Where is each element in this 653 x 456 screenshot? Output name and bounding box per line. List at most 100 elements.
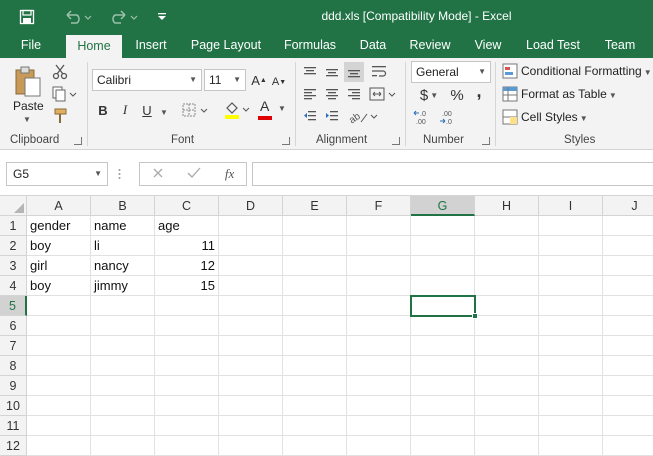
empty-cell[interactable] [603, 316, 653, 336]
select-all-corner[interactable] [0, 196, 27, 216]
empty-cell[interactable] [475, 356, 539, 376]
empty-cell[interactable] [155, 296, 219, 316]
paste-icon[interactable] [10, 62, 46, 102]
empty-cell[interactable] [603, 376, 653, 396]
column-header-selected[interactable]: G [411, 196, 475, 216]
empty-cell[interactable] [539, 336, 603, 356]
empty-cell[interactable] [347, 436, 411, 456]
empty-cell[interactable] [283, 336, 347, 356]
tab-view[interactable]: View [468, 33, 508, 58]
decrease-decimal-icon[interactable]: .00.0 [438, 106, 462, 128]
currency-button[interactable]: $ ▼ [414, 84, 444, 106]
empty-cell[interactable] [411, 376, 475, 396]
empty-cell[interactable] [411, 356, 475, 376]
cell-c1[interactable]: age [155, 216, 219, 236]
empty-cell[interactable] [91, 396, 155, 416]
empty-cell[interactable] [283, 436, 347, 456]
fill-handle[interactable] [472, 313, 478, 319]
alignment-launcher-icon[interactable] [392, 137, 400, 145]
column-header[interactable]: B [91, 196, 155, 216]
empty-cell[interactable] [91, 416, 155, 436]
empty-cell[interactable] [347, 316, 411, 336]
column-header[interactable]: I [539, 196, 603, 216]
empty-cell[interactable] [475, 376, 539, 396]
tab-review[interactable]: Review [404, 33, 456, 58]
increase-decimal-icon[interactable]: .0.00 [412, 106, 436, 128]
column-header[interactable]: F [347, 196, 411, 216]
empty-cell[interactable] [155, 436, 219, 456]
copy-icon[interactable] [50, 84, 78, 104]
empty-cell[interactable] [603, 416, 653, 436]
insert-function-button[interactable]: fx [225, 166, 234, 182]
cell-styles-button[interactable]: Cell Styles ▼ [521, 110, 588, 124]
empty-cell[interactable] [411, 396, 475, 416]
tab-page-layout[interactable]: Page Layout [186, 33, 266, 58]
empty-cell[interactable] [603, 336, 653, 356]
cell-a2[interactable]: boy [27, 236, 91, 256]
row-header[interactable]: 3 [0, 256, 27, 276]
cell-a3[interactable]: girl [27, 256, 91, 276]
empty-cell[interactable] [603, 436, 653, 456]
tab-data[interactable]: Data [354, 33, 392, 58]
empty-cell[interactable] [27, 416, 91, 436]
formula-bar-grip-icon[interactable] [118, 168, 121, 180]
empty-cell[interactable] [219, 376, 283, 396]
format-painter-icon[interactable] [50, 106, 70, 126]
font-launcher-icon[interactable] [282, 137, 290, 145]
empty-cell[interactable] [347, 396, 411, 416]
empty-cell[interactable] [27, 376, 91, 396]
enter-icon[interactable] [187, 167, 201, 182]
empty-cell[interactable] [219, 256, 283, 276]
cell-b3[interactable]: nancy [91, 256, 155, 276]
empty-cell[interactable] [219, 296, 283, 316]
empty-cell[interactable] [475, 316, 539, 336]
cell-c2[interactable]: 11 [155, 236, 219, 256]
empty-cell[interactable] [219, 396, 283, 416]
empty-cell[interactable] [539, 356, 603, 376]
row-header[interactable]: 9 [0, 376, 27, 396]
empty-cell[interactable] [155, 336, 219, 356]
empty-cell[interactable] [27, 356, 91, 376]
worksheet-grid[interactable]: A B C D E F G H I J 1 2 3 4 5 6 7 8 9 10… [0, 196, 653, 456]
cell-b2[interactable]: li [91, 236, 155, 256]
cell-a1[interactable]: gender [27, 216, 91, 236]
tab-insert[interactable]: Insert [128, 33, 174, 58]
middle-align-icon[interactable] [322, 62, 342, 82]
column-header[interactable]: J [603, 196, 653, 216]
empty-cell[interactable] [155, 396, 219, 416]
row-header[interactable]: 4 [0, 276, 27, 296]
row-header[interactable]: 6 [0, 316, 27, 336]
align-right-icon[interactable] [344, 84, 364, 104]
orientation-icon[interactable]: ab [346, 106, 380, 126]
top-align-icon[interactable] [300, 62, 320, 82]
empty-cell[interactable] [539, 436, 603, 456]
cell-b4[interactable]: jimmy [91, 276, 155, 296]
empty-cell[interactable] [91, 296, 155, 316]
empty-cell[interactable] [347, 276, 411, 296]
tab-home[interactable]: Home [66, 35, 122, 58]
align-center-icon[interactable] [322, 84, 342, 104]
empty-cell[interactable] [475, 236, 539, 256]
empty-cell[interactable] [219, 316, 283, 336]
empty-cell[interactable] [91, 436, 155, 456]
row-header[interactable]: 11 [0, 416, 27, 436]
cell-c4[interactable]: 15 [155, 276, 219, 296]
number-launcher-icon[interactable] [482, 137, 490, 145]
empty-cell[interactable] [411, 236, 475, 256]
cell-c3[interactable]: 12 [155, 256, 219, 276]
borders-icon[interactable] [180, 99, 210, 121]
paste-button[interactable]: Paste [13, 99, 44, 113]
empty-cell[interactable] [283, 276, 347, 296]
formula-input[interactable] [252, 162, 653, 186]
comma-button[interactable]: , [470, 80, 488, 102]
font-color-icon[interactable]: A ▼ [256, 98, 286, 122]
column-header[interactable]: H [475, 196, 539, 216]
empty-cell[interactable] [283, 356, 347, 376]
empty-cell[interactable] [475, 336, 539, 356]
empty-cell[interactable] [219, 336, 283, 356]
tab-team[interactable]: Team [598, 33, 642, 58]
empty-cell[interactable] [347, 216, 411, 236]
merge-center-icon[interactable] [368, 84, 398, 104]
empty-cell[interactable] [283, 256, 347, 276]
tab-formulas[interactable]: Formulas [278, 33, 342, 58]
